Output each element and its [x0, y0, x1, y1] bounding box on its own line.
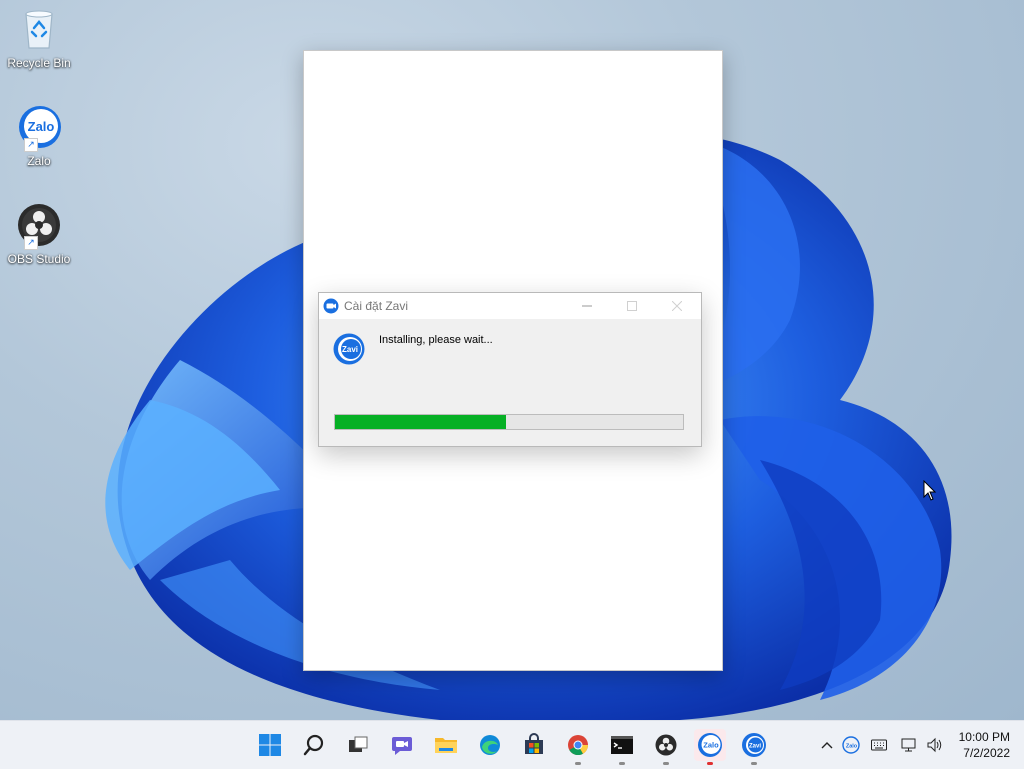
clock-time: 10:00 PM	[958, 730, 1010, 744]
search-icon	[303, 734, 324, 756]
minimize-button[interactable]	[564, 293, 610, 319]
maximize-icon	[627, 301, 637, 311]
running-indicator	[575, 762, 581, 765]
recycle-bin-icon	[16, 6, 62, 52]
install-status-text: Installing, please wait...	[379, 334, 493, 346]
taskbar-terminal-button[interactable]	[606, 729, 638, 765]
dialog-body: Zavi Installing, please wait...	[319, 319, 701, 445]
terminal-icon	[611, 736, 633, 754]
task-view-icon	[349, 736, 368, 752]
zavi-icon-text: Zavi	[749, 744, 761, 750]
desktop-icon-label: OBS Studio	[7, 252, 71, 266]
running-indicator	[619, 762, 625, 765]
close-button[interactable]	[654, 293, 700, 319]
zalo-tray-icon: Zalo	[842, 736, 860, 754]
taskbar-zavi-button[interactable]: Zavi	[738, 729, 770, 765]
tray-volume-button[interactable]	[924, 721, 946, 769]
show-hidden-icons-button[interactable]	[816, 721, 838, 769]
zavi-logo-icon: Zavi	[333, 333, 365, 365]
taskbar-clock[interactable]: 10:00 PM 7/2/2022	[959, 729, 1010, 761]
tray-keyboard-button[interactable]	[868, 721, 890, 769]
volume-icon	[927, 737, 942, 753]
zalo-icon: Zalo ↗	[16, 104, 62, 152]
tray-zalo-button[interactable]: Zalo	[840, 721, 862, 769]
taskbar-start-button[interactable]	[254, 729, 286, 761]
zavi-logo-text: Zavi	[342, 345, 358, 354]
tray-network-button[interactable]	[898, 721, 922, 769]
shortcut-arrow-icon: ↗	[24, 138, 38, 152]
maximize-button[interactable]	[609, 293, 655, 319]
zavi-icon: Zavi	[742, 733, 766, 757]
chevron-up-icon	[821, 742, 833, 749]
zalo-icon: Zalo	[698, 733, 722, 757]
clock-date: 7/2/2022	[963, 746, 1010, 760]
installer-dialog[interactable]: Cài đặt Zavi Zavi Installing, please wai…	[318, 292, 702, 447]
progress-fill	[335, 415, 506, 429]
shortcut-arrow-icon: ↗	[24, 236, 38, 250]
zavi-icon	[323, 298, 339, 314]
desktop-icon-zalo[interactable]: Zalo ↗ Zalo	[4, 104, 74, 168]
taskbar-chat-button[interactable]	[386, 729, 418, 761]
taskbar-search-button[interactable]	[298, 729, 330, 761]
dialog-titlebar[interactable]: Cài đặt Zavi	[319, 293, 701, 319]
desktop-icon-label: Recycle Bin	[7, 56, 71, 70]
chrome-icon	[568, 735, 589, 756]
desktop-icon-obs-studio[interactable]: ↗ OBS Studio	[4, 202, 74, 266]
taskbar-store-button[interactable]	[518, 729, 550, 761]
start-icon	[259, 734, 281, 756]
zalo-icon-text: Zalo	[28, 119, 55, 134]
running-indicator	[707, 762, 713, 765]
minimize-icon	[582, 305, 592, 307]
zalo-icon-text: Zalo	[703, 741, 719, 750]
desktop-icon-label: Zalo	[27, 154, 51, 168]
taskbar-task-view-button[interactable]	[342, 729, 374, 761]
zalo-tray-text: Zalo	[846, 744, 858, 750]
taskbar-obs-button[interactable]	[650, 729, 682, 765]
dialog-title: Cài đặt Zavi	[344, 299, 409, 313]
taskbar: Zalo Zavi Zalo 10:00 PM 7/2/2022	[0, 720, 1024, 769]
taskbar-chrome-button[interactable]	[562, 729, 594, 765]
store-icon	[525, 733, 543, 754]
chat-icon	[392, 737, 412, 755]
running-indicator	[663, 762, 669, 765]
obs-icon	[655, 734, 677, 756]
desktop-icon-recycle-bin[interactable]: Recycle Bin	[4, 6, 74, 70]
taskbar-file-explorer-button[interactable]	[430, 729, 462, 761]
file-explorer-icon	[435, 738, 457, 753]
network-icon	[901, 738, 916, 752]
install-progress-bar	[334, 414, 684, 430]
edge-icon	[480, 735, 500, 755]
close-icon	[672, 301, 682, 311]
taskbar-zalo-button[interactable]: Zalo	[694, 729, 726, 765]
running-indicator	[751, 762, 757, 765]
keyboard-icon	[871, 739, 887, 751]
mouse-cursor-icon	[923, 480, 937, 501]
taskbar-edge-button[interactable]	[474, 729, 506, 761]
obs-studio-icon: ↗	[16, 202, 62, 250]
desktop: Recycle Bin Zalo ↗ Zalo ↗ OBS Studio Cài…	[0, 0, 1024, 720]
